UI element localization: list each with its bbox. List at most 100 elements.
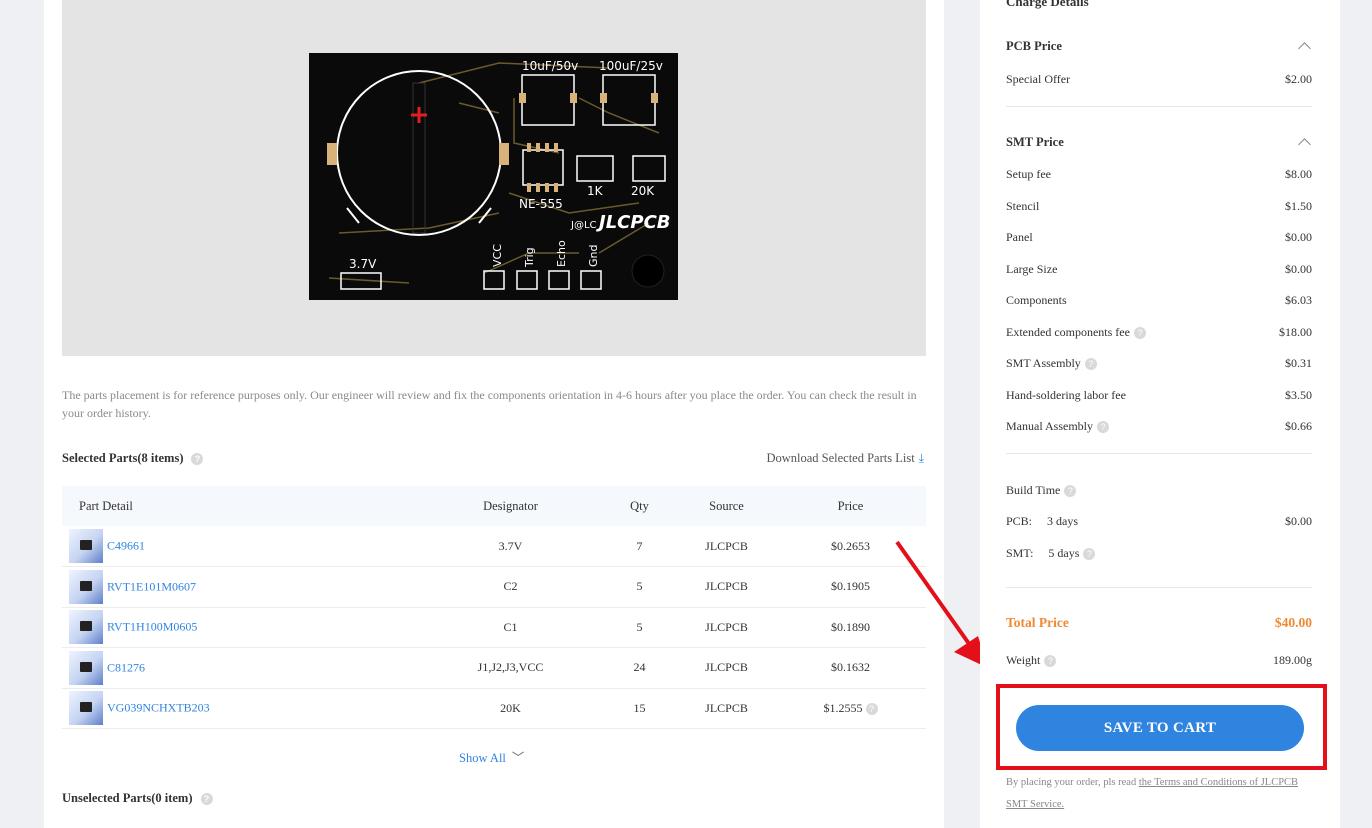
build-time-pcb-row: PCB: 3 days $0.00 [1006,514,1312,529]
chevron-up-icon [1298,42,1311,55]
total-price-value: $40.00 [1274,615,1312,630]
price-cell: $1.2555 ? [775,688,926,729]
pcb-label-battery: 3.7V [349,257,377,271]
pcb-build-value: $0.00 [1285,514,1312,528]
build-time-smt-row: SMT: 5 days? [1006,546,1312,561]
pcb-logo-mark: J@LC [570,220,597,231]
pcb-price-section-toggle[interactable]: PCB Price [1006,39,1312,55]
smt-price-section-toggle[interactable]: SMT Price [1006,135,1312,151]
col-source: Source [678,486,775,526]
selected-parts-title: Selected Parts(8 items)? [62,451,204,466]
part-link[interactable]: VG039NCHXTB203 [107,701,210,715]
designator-cell: J1,J2,J3,VCC [420,647,601,689]
help-icon[interactable]: ? [1084,358,1097,371]
table-header-row: Part Detail Designator Qty Source Price [62,486,926,526]
table-row: C49661 3.7V 7 JLCPCB $0.2653 [62,526,926,567]
part-link[interactable]: C81276 [107,660,145,674]
charge-label: Large Size [1006,262,1058,276]
price-cell: $0.2653 [775,526,926,567]
smt-price-title: SMT Price [1006,135,1064,149]
charge-row: Panel $0.00 [1006,230,1312,245]
total-price-label: Total Price [1006,615,1069,630]
divider [1006,453,1312,454]
qty-cell: 5 [601,607,678,648]
order-detail-panel: 10uF/50v 100uF/25v 1K 20K NE-555 J@LC JL… [44,0,944,828]
smt-build-label: SMT: [1006,546,1034,560]
qty-cell: 15 [601,688,678,729]
charge-details-heading: Charge Details [1006,0,1089,9]
charge-row: Special Offer $2.00 [1006,72,1312,87]
selected-parts-title-text: Selected Parts(8 items) [62,451,184,465]
part-link[interactable]: RVT1H100M0605 [107,620,197,634]
charge-value: $2.00 [1285,72,1312,86]
price-cell: $0.1632 [775,647,926,689]
pcb-label-cap1: 10uF/50v [522,59,578,73]
help-icon[interactable]: ? [200,793,213,806]
source-cell: JLCPCB [678,566,775,608]
col-part-detail: Part Detail [62,486,420,526]
charge-row: Large Size $0.00 [1006,262,1312,277]
col-designator: Designator [420,486,601,526]
charge-value: $18.00 [1279,325,1312,339]
show-all-label: Show All [459,751,506,765]
designator-cell: C1 [420,607,601,648]
charge-row: Extended components fee? $18.00 [1006,325,1312,340]
charge-label: Special Offer [1006,72,1071,86]
table-row: RVT1E101M0607 C2 5 JLCPCB $0.1905 [62,566,926,608]
help-icon[interactable]: ? [1044,655,1057,668]
charge-value: $0.31 [1285,356,1312,370]
part-thumbnail [69,610,103,645]
pcb-build-label: PCB: [1006,514,1033,528]
selected-parts-table: Part Detail Designator Qty Source Price … [62,486,926,729]
unselected-parts-title-text: Unselected Parts(0 item) [62,791,193,805]
part-link[interactable]: RVT1E101M0607 [107,579,196,593]
help-icon[interactable]: ? [1064,485,1077,498]
help-icon[interactable]: ? [1083,548,1096,561]
weight-label: Weight [1006,653,1041,667]
pcb-price-title: PCB Price [1006,39,1062,53]
unselected-parts-title: Unselected Parts(0 item)? [62,791,213,806]
charge-row: Hand-soldering labor fee $3.50 [1006,388,1312,403]
source-cell: JLCPCB [678,688,775,729]
chevron-down-icon: ﹀ [511,750,525,765]
price-value: $1.2555 [823,700,863,715]
charge-value: $0.00 [1285,230,1312,244]
charge-label: Hand-soldering labor fee [1006,388,1126,402]
download-parts-list-link[interactable]: Download Selected Parts List ⤓ [766,451,924,466]
part-thumbnail [69,529,103,563]
charge-row: Stencil $1.50 [1006,199,1312,214]
pcb-pin-trig: Trig [523,247,536,268]
charge-label: Extended components fee [1006,325,1130,339]
total-price-row: Total Price $40.00 [1006,615,1312,631]
placement-note: The parts placement is for reference pur… [62,388,917,420]
charge-label: Components [1006,293,1067,307]
charge-label: Manual Assembly [1006,419,1093,433]
help-icon[interactable]: ? [1097,421,1109,434]
divider [1006,106,1312,107]
charge-row: Components $6.03 [1006,293,1312,308]
terms-prefix: By placing your order, pls read [1006,777,1139,788]
chevron-up-icon [1298,138,1311,151]
charge-row: Setup fee $8.00 [1006,167,1312,182]
charge-value: $0.66 [1285,419,1312,433]
help-icon[interactable]: ? [191,453,204,466]
charge-label: Stencil [1006,199,1040,213]
help-icon[interactable]: ? [865,703,878,715]
save-to-cart-button[interactable]: SAVE TO CART [1016,705,1304,751]
terms-note: By placing your order, pls read the Term… [1006,772,1322,816]
pcb-preview-area: 10uF/50v 100uF/25v 1K 20K NE-555 J@LC JL… [62,0,926,356]
download-label: Download Selected Parts List [766,451,915,465]
help-icon[interactable]: ? [1133,327,1146,340]
pcb-image: 10uF/50v 100uF/25v 1K 20K NE-555 J@LC JL… [309,53,678,300]
table-row: RVT1H100M0605 C1 5 JLCPCB $0.1890 [62,607,926,648]
weight-value: 189.00g [1273,653,1312,667]
designator-cell: 20K [420,688,601,729]
pcb-label-r1: 1K [587,184,604,198]
show-all-button[interactable]: Show All ﹀ [459,747,524,766]
pcb-brand: JLCPCB [596,212,671,233]
designator-cell: C2 [420,566,601,608]
charge-label: SMT Assembly [1006,356,1081,370]
part-thumbnail [69,691,103,726]
pcb-label-ic: NE-555 [519,197,563,211]
part-link[interactable]: C49661 [107,539,145,553]
